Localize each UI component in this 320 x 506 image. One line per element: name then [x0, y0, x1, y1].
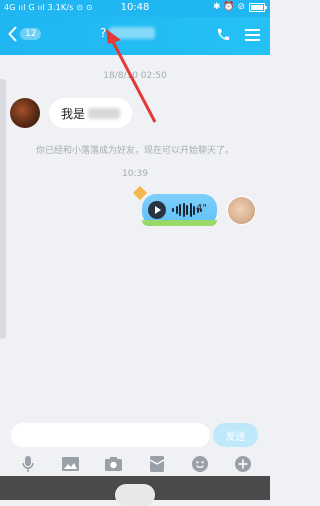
message-text-redacted [88, 107, 121, 119]
status-icons: ✱ ⏰ ⊘ [212, 2, 245, 12]
system-nav-bar [0, 476, 270, 506]
chat-header: 12 ? [0, 17, 270, 55]
timestamp: 18/8/10 02:50 [103, 71, 167, 81]
redpacket-icon[interactable] [147, 454, 167, 474]
voice-message-bubble[interactable]: 4" [142, 194, 217, 226]
contact-avatar[interactable] [10, 98, 40, 128]
timestamp: 10:39 [122, 169, 148, 179]
plus-icon[interactable] [233, 454, 253, 474]
message-bubble-incoming[interactable]: 我是 [49, 98, 133, 128]
back-chevron-icon [8, 26, 17, 42]
menu-icon[interactable] [245, 28, 260, 42]
message-input[interactable] [11, 423, 210, 447]
contact-name-redacted [109, 27, 156, 39]
home-button[interactable] [115, 484, 155, 506]
status-question-icon: ? [100, 26, 107, 40]
microphone-icon[interactable] [18, 454, 38, 474]
system-message: 你已经和小落落成为好友，现在可以开始聊天了。 [35, 146, 234, 156]
voice-duration: 4" [196, 203, 207, 214]
back-button[interactable]: 12 [8, 26, 42, 42]
emoji-icon[interactable] [190, 454, 210, 474]
send-button[interactable]: 发送 [213, 423, 258, 447]
status-bar: 4G ııl G ııl 3.1K/s ⊙ ⊙ 10:48 ✱ ⏰ ⊘ [0, 0, 270, 17]
message-text: 我是 [61, 106, 86, 121]
input-bar: 发送 [0, 418, 270, 452]
unread-count-badge: 12 [20, 28, 42, 40]
input-toolbar [0, 452, 270, 476]
chat-messages[interactable]: 18/8/10 02:50 我是 你已经和小落落成为好友，现在可以开始聊天了。 … [0, 55, 270, 418]
play-icon[interactable] [148, 201, 166, 219]
camera-icon[interactable] [104, 454, 124, 474]
battery-icon [249, 2, 267, 12]
contact-title[interactable]: ? [100, 26, 156, 40]
drawer-edge [0, 79, 6, 339]
bubble-theme-decoration [142, 220, 217, 226]
phone-icon[interactable] [216, 27, 231, 42]
my-avatar[interactable] [227, 196, 256, 225]
image-icon[interactable] [61, 454, 81, 474]
status-right-indicators: ✱ ⏰ ⊘ [212, 2, 267, 12]
